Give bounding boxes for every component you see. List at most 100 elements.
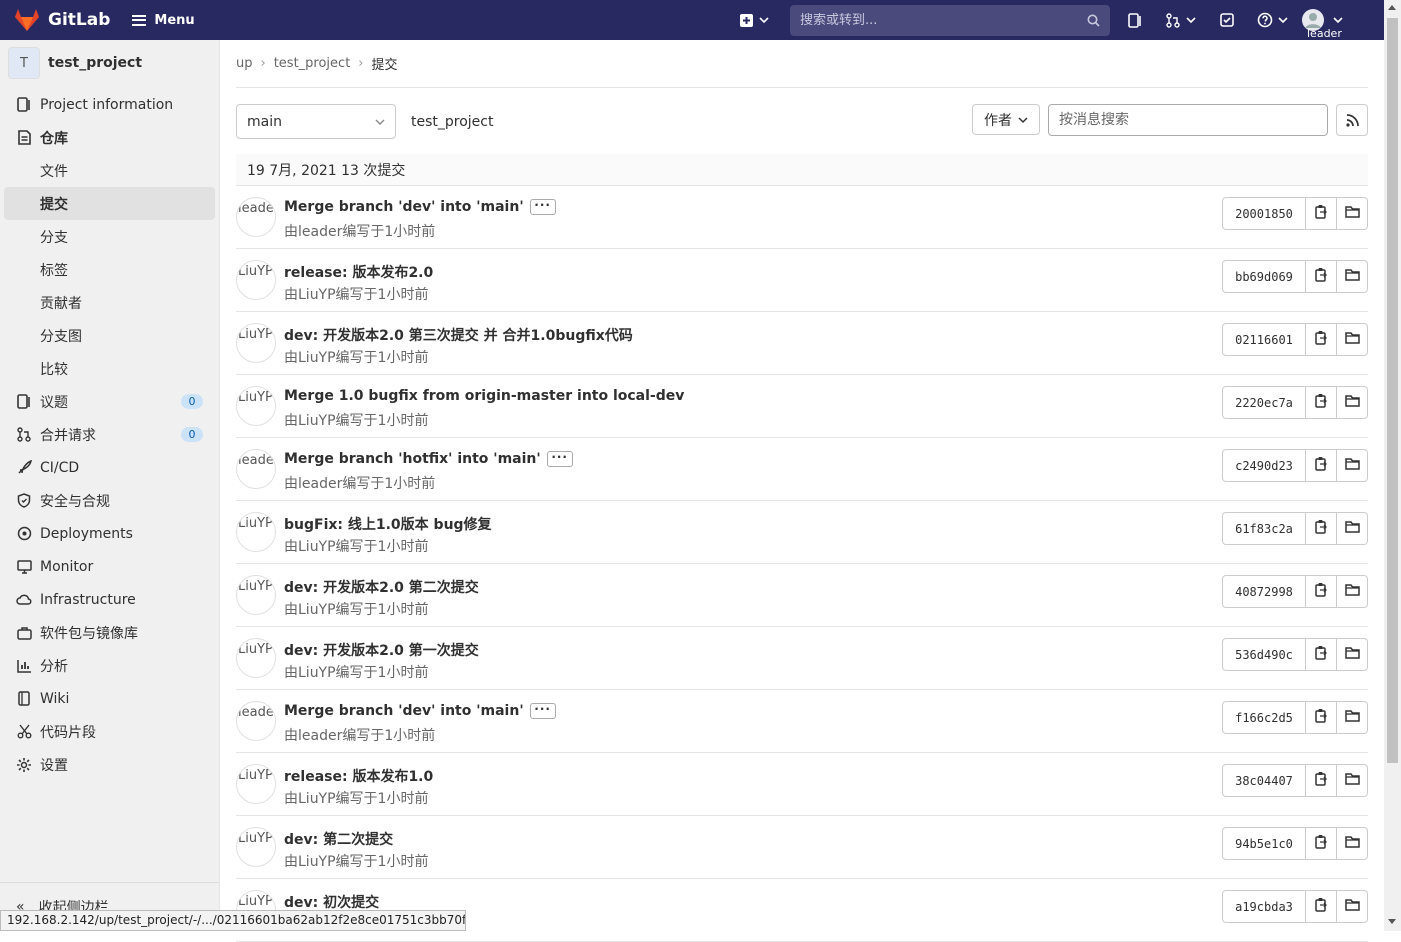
commit-title[interactable]: dev: 开发版本2.0 第三次提交 并 合并1.0bugfix代码 <box>284 328 633 344</box>
sidebar-item-packages[interactable]: 软件包与镜像库 <box>0 616 219 649</box>
browse-files-button[interactable] <box>1337 323 1368 356</box>
commit-sha-link[interactable]: f166c2d5 <box>1222 701 1306 734</box>
sidebar-item-files[interactable]: 文件 <box>0 154 219 187</box>
browse-files-button[interactable] <box>1337 512 1368 545</box>
commit-author-avatar[interactable]: LiuYP <box>236 386 276 426</box>
copy-sha-button[interactable] <box>1306 323 1337 356</box>
commit-sha-link[interactable]: 38c04407 <box>1222 764 1306 797</box>
commit-title[interactable]: release: 版本发布1.0 <box>284 769 433 785</box>
sidebar-item-graph[interactable]: 分支图 <box>0 319 219 352</box>
breadcrumb-item[interactable]: test_project <box>274 56 351 71</box>
commit-title-link[interactable]: dev: 开发版本2.0 第二次提交 <box>284 577 479 597</box>
commit-author-avatar[interactable]: leader <box>236 701 276 741</box>
new-item-dropdown[interactable] <box>736 13 772 27</box>
global-search[interactable] <box>790 4 1110 36</box>
commit-author-avatar[interactable]: LiuYP <box>236 764 276 804</box>
sidebar-item-security[interactable]: 安全与合规 <box>0 484 219 517</box>
commit-title-link[interactable]: dev: 第二次提交 <box>284 829 393 849</box>
commit-title-link[interactable]: bugFix: 线上1.0版本 bug修复 <box>284 514 492 534</box>
browse-files-button[interactable] <box>1337 449 1368 482</box>
sidebar-item-monitor[interactable]: Monitor <box>0 550 219 583</box>
sidebar-item-branches[interactable]: 分支 <box>0 220 219 253</box>
commit-sha-link[interactable]: 536d490c <box>1222 638 1306 671</box>
sidebar-item-compare[interactable]: 比较 <box>0 352 219 385</box>
browse-files-button[interactable] <box>1337 764 1368 797</box>
commit-author-avatar[interactable]: LiuYP <box>236 260 276 300</box>
scrollbar-thumb[interactable] <box>1387 18 1398 763</box>
sidebar-item-infrastructure[interactable]: Infrastructure <box>0 583 219 616</box>
merge-requests-nav-button[interactable] <box>1160 12 1202 28</box>
toggle-description-button[interactable]: ··· <box>529 199 556 215</box>
commit-message-search-input[interactable] <box>1048 104 1328 136</box>
copy-sha-button[interactable] <box>1306 890 1337 923</box>
sidebar-item-repository[interactable]: 仓库 <box>0 121 219 154</box>
commit-title-link[interactable]: Merge branch 'dev' into 'main' ··· <box>284 703 556 719</box>
sidebar-item-commits[interactable]: 提交 <box>4 187 215 220</box>
browse-files-button[interactable] <box>1337 638 1368 671</box>
browse-files-button[interactable] <box>1337 575 1368 608</box>
sidebar-item-tags[interactable]: 标签 <box>0 253 219 286</box>
copy-sha-button[interactable] <box>1306 512 1337 545</box>
todos-nav-button[interactable] <box>1202 13 1252 27</box>
commit-sha-link[interactable]: 94b5e1c0 <box>1222 827 1306 860</box>
toggle-description-button[interactable]: ··· <box>529 703 556 719</box>
commit-title-link[interactable]: release: 版本发布2.0 <box>284 262 433 282</box>
sidebar-item-settings[interactable]: 设置 <box>0 748 219 781</box>
sidebar-item-deployments[interactable]: Deployments <box>0 517 219 550</box>
commit-author-avatar[interactable]: LiuYP <box>236 827 276 867</box>
author-filter-dropdown[interactable]: 作者 <box>972 104 1040 135</box>
commit-title-link[interactable]: Merge branch 'dev' into 'main' ··· <box>284 199 556 215</box>
commit-title-link[interactable]: dev: 初次提交 <box>284 892 379 912</box>
copy-sha-button[interactable] <box>1306 638 1337 671</box>
commit-title[interactable]: bugFix: 线上1.0版本 bug修复 <box>284 517 492 533</box>
sidebar-item-cicd[interactable]: CI/CD <box>0 451 219 484</box>
commit-title-link[interactable]: Merge 1.0 bugfix from origin-master into… <box>284 388 684 404</box>
commit-title[interactable]: dev: 初次提交 <box>284 895 379 911</box>
copy-sha-button[interactable] <box>1306 575 1337 608</box>
sidebar-item-wiki[interactable]: Wiki <box>0 682 219 715</box>
rss-feed-button[interactable] <box>1336 104 1368 136</box>
browse-files-button[interactable] <box>1337 890 1368 923</box>
browse-files-button[interactable] <box>1337 260 1368 293</box>
issues-nav-button[interactable] <box>1110 12 1160 28</box>
gitlab-logo[interactable]: GitLab <box>14 8 110 32</box>
commit-title[interactable]: dev: 开发版本2.0 第一次提交 <box>284 643 479 659</box>
branch-selector[interactable]: main <box>236 104 396 139</box>
commit-title-link[interactable]: dev: 开发版本2.0 第一次提交 <box>284 640 479 660</box>
help-dropdown[interactable] <box>1252 12 1292 28</box>
copy-sha-button[interactable] <box>1306 386 1337 419</box>
browse-files-button[interactable] <box>1337 197 1368 230</box>
commit-title-link[interactable]: release: 版本发布1.0 <box>284 766 433 786</box>
commit-author-avatar[interactable]: leader <box>236 197 276 237</box>
copy-sha-button[interactable] <box>1306 701 1337 734</box>
commit-author-avatar[interactable]: leader <box>236 449 276 489</box>
commit-title[interactable]: dev: 第二次提交 <box>284 832 393 848</box>
commit-sha-link[interactable]: 61f83c2a <box>1222 512 1306 545</box>
copy-sha-button[interactable] <box>1306 827 1337 860</box>
copy-sha-button[interactable] <box>1306 260 1337 293</box>
copy-sha-button[interactable] <box>1306 764 1337 797</box>
commit-author-avatar[interactable]: LiuYP <box>236 638 276 678</box>
commit-title[interactable]: Merge branch 'hotfix' into 'main' <box>284 451 541 467</box>
project-header[interactable]: T test_project <box>0 40 219 86</box>
page-scrollbar[interactable] <box>1384 0 1401 931</box>
browse-files-button[interactable] <box>1337 827 1368 860</box>
commit-sha-link[interactable]: c2490d23 <box>1222 449 1306 482</box>
commit-title-link[interactable]: Merge branch 'hotfix' into 'main' ··· <box>284 451 573 467</box>
commit-sha-link[interactable]: 20001850 <box>1222 197 1306 230</box>
sidebar-item-snippets[interactable]: 代码片段 <box>0 715 219 748</box>
commit-sha-link[interactable]: 2220ec7a <box>1222 386 1306 419</box>
sidebar-item-project-information[interactable]: Project information <box>0 88 219 121</box>
browse-files-button[interactable] <box>1337 386 1368 419</box>
user-menu[interactable]: leader <box>1292 0 1352 40</box>
scroll-up-arrow-icon[interactable] <box>1388 5 1396 10</box>
commit-title[interactable]: release: 版本发布2.0 <box>284 265 433 281</box>
breadcrumb-current[interactable]: 提交 <box>372 54 398 73</box>
sidebar-item-contributors[interactable]: 贡献者 <box>0 286 219 319</box>
copy-sha-button[interactable] <box>1306 449 1337 482</box>
search-input[interactable] <box>800 12 1060 28</box>
commit-author-avatar[interactable]: LiuYP <box>236 575 276 615</box>
copy-sha-button[interactable] <box>1306 197 1337 230</box>
commit-sha-link[interactable]: bb69d069 <box>1222 260 1306 293</box>
commit-sha-link[interactable]: 40872998 <box>1222 575 1306 608</box>
